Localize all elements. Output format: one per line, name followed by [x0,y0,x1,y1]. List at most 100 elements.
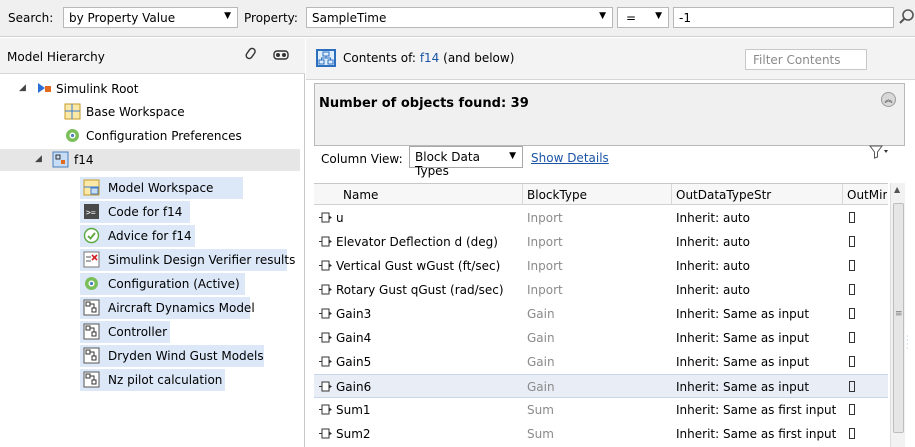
scroll-up-icon[interactable]: ▲ [894,185,900,194]
cell-outmin[interactable] [849,332,855,343]
tree-item-code-for-f14[interactable]: >= Code for f14 [80,201,190,223]
tree-item-label: Configuration Preferences [86,129,242,143]
show-details-link[interactable]: Show Details [531,151,609,165]
column-view-dropdown[interactable]: Block Data Types ▼ [409,146,523,178]
scrollbar-thumb[interactable]: ≡ [893,203,904,433]
cell-outmin[interactable] [849,212,855,223]
tree-item-aircraft-dynamics-model[interactable]: Aircraft Dynamics Model [80,297,255,319]
cell-outdatatypestr[interactable]: Inherit: Same as input [676,331,809,345]
property-label: Property: [244,11,298,25]
tree-item-label: f14 [74,153,94,167]
tree-item-controller[interactable]: Controller [80,321,170,343]
search-icon[interactable] [899,8,915,26]
table-row[interactable]: Sum1 Sum Inherit: Same as first input [314,398,888,422]
grip-icon: ≡ [895,309,903,319]
vertical-scrollbar[interactable]: ▲ ≡ [890,183,905,447]
tree-item-model-workspace[interactable]: Model Workspace [80,177,243,199]
cell-outdatatypestr[interactable]: Inherit: Same as first input [676,427,836,441]
collapse-icon[interactable]: ︽ [881,92,896,107]
column-header-blocktype[interactable]: BlockType [527,188,587,202]
cell-outmin[interactable] [849,381,855,392]
search-value-input[interactable]: -1 [673,7,894,28]
cell-blocktype: Inport [527,211,563,225]
filter-placeholder: Filter Contents [753,53,841,67]
tree-item-simulink-root[interactable]: ◢ Simulink Root [0,78,305,100]
cell-outdatatypestr[interactable]: Inherit: auto [676,259,750,273]
table-row[interactable]: Elevator Deflection d (deg) Inport Inherit… [314,230,888,254]
tree-item-f14[interactable]: ◢ f14 [0,149,300,171]
tree-item-configuration-active[interactable]: Configuration (Active) [80,273,245,295]
cell-outdatatypestr[interactable]: Inherit: Same as input [676,307,809,321]
column-header-outmin[interactable]: OutMir [847,188,887,202]
splitter-grip[interactable]: ···· [906,333,909,353]
cell-outmin[interactable] [849,308,855,319]
table-row[interactable]: Gain6 Gain Inherit: Same as input [314,374,888,398]
expand-arrow-icon[interactable]: ◢ [19,83,26,93]
cell-blocktype: Inport [527,235,563,249]
cell-outmin[interactable] [849,356,855,367]
model-hierarchy-title: Model Hierarchy [7,50,105,64]
cell-outdatatypestr[interactable]: Inherit: auto [676,235,750,249]
cell-outmin[interactable] [849,236,855,247]
cell-outmin[interactable] [849,428,855,439]
cell-outdatatypestr[interactable]: Inherit: auto [676,211,750,225]
subsystem-icon [83,347,100,364]
column-divider[interactable] [522,184,523,205]
column-header-outdatatypestr[interactable]: OutDataTypeStr [676,188,771,202]
gear-icon [83,275,100,292]
table-row[interactable]: Rotary Gust qGust (rad/sec) Inport Inherit… [314,278,888,302]
verifier-icon [83,251,100,268]
contents-model-link[interactable]: f14 [420,51,440,65]
tree-item-advice-for-f14[interactable]: Advice for f14 [80,225,195,247]
hierarchy-contents-icon[interactable] [316,49,336,67]
tree-item-design-verifier-results[interactable]: Simulink Design Verifier results [80,249,295,271]
column-divider[interactable] [842,184,843,205]
search-by-dropdown[interactable]: by Property Value ▼ [63,7,238,28]
table-row[interactable]: Gain4 Gain Inherit: Same as input [314,326,888,350]
column-header-name[interactable]: Name [343,188,378,202]
cell-outmin[interactable] [849,404,855,415]
block-icon [319,212,332,223]
cell-outmin[interactable] [849,284,855,295]
cell-outmin[interactable] [849,260,855,271]
cell-outdatatypestr[interactable]: Inherit: Same as input [676,380,809,394]
operator-value: = [626,11,637,25]
table-row[interactable]: Gain3 Gain Inherit: Same as input [314,302,888,326]
cell-name: Gain3 [336,307,372,321]
cell-outdatatypestr[interactable]: Inherit: Same as first input [676,403,836,417]
column-view-value: Block Data Types [415,150,480,178]
chevron-down-icon: ▼ [224,11,231,21]
search-value-text: -1 [679,11,691,25]
table-row[interactable]: Sum2 Sum Inherit: Same as first input [314,422,888,446]
tree-item-label: Simulink Root [56,82,139,96]
cell-blocktype: Gain [527,380,555,394]
cell-name: Elevator Deflection d (deg) [336,235,498,249]
filter-contents-input[interactable]: Filter Contents [745,49,867,70]
gear-icon [64,127,81,144]
cell-blocktype: Sum [527,403,554,417]
operator-dropdown[interactable]: = ▼ [617,7,669,28]
cell-outdatatypestr[interactable]: Inherit: Same as input [676,355,809,369]
column-divider[interactable] [671,184,672,205]
tree-item-nz-pilot-calculation[interactable]: Nz pilot calculation [80,369,225,391]
tree-item-dryden-wind-gust-models[interactable]: Dryden Wind Gust Models [80,345,264,367]
tree-item-label: Configuration (Active) [108,277,240,291]
cell-outdatatypestr[interactable]: Inherit: auto [676,283,750,297]
cell-blocktype: Gain [527,355,555,369]
objects-found-text: Number of objects found: 39 [319,96,529,111]
cell-name: Rotary Gust qGust (rad/sec) [336,283,504,297]
table-row[interactable]: Vertical Gust wGust (ft/sec) Inport Inheri… [314,254,888,278]
table-row[interactable]: Gain5 Gain Inherit: Same as input [314,350,888,374]
tree-item-base-workspace[interactable]: Base Workspace [0,101,305,123]
block-icon [319,236,332,247]
show-all-icon[interactable] [270,46,292,66]
link-icon[interactable] [241,46,263,66]
expand-arrow-icon[interactable]: ◢ [35,154,42,164]
table-row[interactable]: u Inport Inherit: auto [314,206,888,230]
property-dropdown[interactable]: SampleTime ▼ [306,7,613,28]
code-icon: >= [83,203,100,220]
table-header: Name BlockType OutDataTypeStr OutMir [314,184,888,205]
filter-funnel-icon[interactable] [869,145,889,163]
cell-name: Sum2 [336,427,371,441]
tree-item-configuration-preferences[interactable]: Configuration Preferences [0,125,305,147]
